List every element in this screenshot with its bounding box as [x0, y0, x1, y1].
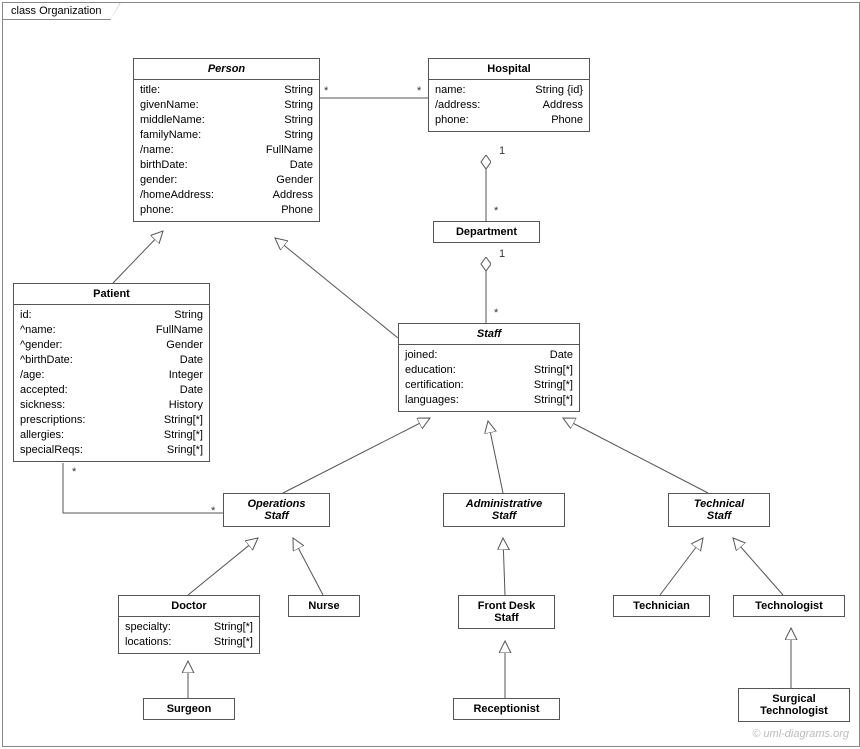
mult-person-hospital-left: * [323, 85, 329, 97]
frame-title-tab: class Organization [2, 2, 111, 20]
attribute-row: phone:Phone [140, 203, 313, 218]
attribute-row: /name:FullName [140, 143, 313, 158]
class-technical-staff-title: Technical Staff [669, 494, 769, 526]
attribute-row: certification:String[*] [405, 378, 573, 393]
class-staff: Staff joined:Dateeducation:String[*]cert… [398, 323, 580, 412]
class-technical-staff: Technical Staff [668, 493, 770, 527]
mult-hospital-dept-top: 1 [498, 145, 506, 157]
class-doctor: Doctor specialty:String[*]locations:Stri… [118, 595, 260, 654]
mult-patient-ops-left: * [71, 466, 77, 478]
mult-person-hospital-right: * [416, 85, 422, 97]
attribute-row: specialReqs:Sring[*] [20, 443, 203, 458]
class-nurse: Nurse [288, 595, 360, 617]
class-nurse-title: Nurse [289, 596, 359, 616]
class-receptionist: Receptionist [453, 698, 560, 720]
attribute-row: accepted:Date [20, 383, 203, 398]
class-operations-staff: Operations Staff [223, 493, 330, 527]
attribute-row: /homeAddress:Address [140, 188, 313, 203]
class-technologist: Technologist [733, 595, 845, 617]
class-patient-attrs: id:String^name:FullName^gender:Gender^bi… [14, 305, 209, 461]
class-hospital: Hospital name:String {id}/address:Addres… [428, 58, 590, 132]
mult-hospital-dept-bottom: * [493, 205, 499, 217]
class-surgical-technologist-title: Surgical Technologist [739, 689, 849, 721]
class-administrative-staff: Administrative Staff [443, 493, 565, 527]
attribute-row: education:String[*] [405, 363, 573, 378]
frame-title: class Organization [11, 5, 102, 17]
class-surgical-technologist: Surgical Technologist [738, 688, 850, 722]
attribute-row: /address:Address [435, 98, 583, 113]
class-surgeon-title: Surgeon [144, 699, 234, 719]
class-technician-title: Technician [614, 596, 709, 616]
attribute-row: gender:Gender [140, 173, 313, 188]
class-patient-title: Patient [14, 284, 209, 305]
class-patient: Patient id:String^name:FullName^gender:G… [13, 283, 210, 462]
class-hospital-title: Hospital [429, 59, 589, 80]
class-department-title: Department [434, 222, 539, 242]
class-technician: Technician [613, 595, 710, 617]
organization-frame: class Organization Person title:Stringgi… [2, 2, 860, 747]
attribute-row: name:String {id} [435, 83, 583, 98]
attribute-row: joined:Date [405, 348, 573, 363]
attribute-row: sickness:History [20, 398, 203, 413]
class-front-desk-staff-title: Front Desk Staff [459, 596, 554, 628]
class-front-desk-staff: Front Desk Staff [458, 595, 555, 629]
class-staff-attrs: joined:Dateeducation:String[*]certificat… [399, 345, 579, 411]
watermark: © uml-diagrams.org [752, 728, 849, 740]
mult-dept-staff-bottom: * [493, 307, 499, 319]
class-person: Person title:StringgivenName:Stringmiddl… [133, 58, 320, 222]
attribute-row: familyName:String [140, 128, 313, 143]
class-doctor-title: Doctor [119, 596, 259, 617]
attribute-row: birthDate:Date [140, 158, 313, 173]
class-operations-staff-title: Operations Staff [224, 494, 329, 526]
attribute-row: givenName:String [140, 98, 313, 113]
attribute-row: ^name:FullName [20, 323, 203, 338]
attribute-row: allergies:String[*] [20, 428, 203, 443]
mult-patient-ops-right: * [210, 505, 216, 517]
mult-dept-staff-top: 1 [498, 248, 506, 260]
class-technologist-title: Technologist [734, 596, 844, 616]
attribute-row: /age:Integer [20, 368, 203, 383]
attribute-row: specialty:String[*] [125, 620, 253, 635]
class-receptionist-title: Receptionist [454, 699, 559, 719]
class-person-title: Person [134, 59, 319, 80]
attribute-row: locations:String[*] [125, 635, 253, 650]
attribute-row: phone:Phone [435, 113, 583, 128]
attribute-row: languages:String[*] [405, 393, 573, 408]
attribute-row: title:String [140, 83, 313, 98]
attribute-row: middleName:String [140, 113, 313, 128]
class-department: Department [433, 221, 540, 243]
attribute-row: prescriptions:String[*] [20, 413, 203, 428]
class-doctor-attrs: specialty:String[*]locations:String[*] [119, 617, 259, 653]
class-surgeon: Surgeon [143, 698, 235, 720]
class-administrative-staff-title: Administrative Staff [444, 494, 564, 526]
class-person-attrs: title:StringgivenName:StringmiddleName:S… [134, 80, 319, 221]
attribute-row: ^birthDate:Date [20, 353, 203, 368]
class-staff-title: Staff [399, 324, 579, 345]
class-hospital-attrs: name:String {id}/address:Addressphone:Ph… [429, 80, 589, 131]
attribute-row: ^gender:Gender [20, 338, 203, 353]
attribute-row: id:String [20, 308, 203, 323]
